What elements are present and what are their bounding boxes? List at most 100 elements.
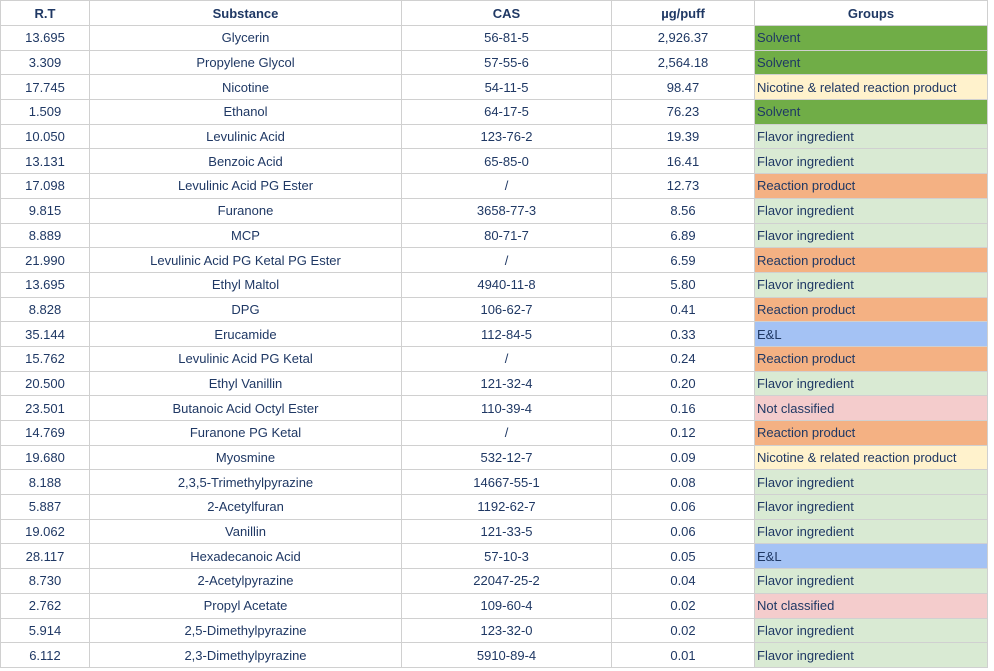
substance-cell[interactable]: 2,5-Dimethylpyrazine bbox=[89, 617, 402, 644]
ug-per-puff-cell[interactable]: 2,926.37 bbox=[611, 25, 755, 51]
group-cell[interactable]: Flavor ingredient bbox=[754, 617, 988, 644]
ug-per-puff-cell[interactable]: 5.80 bbox=[611, 271, 755, 298]
cas-cell[interactable]: 5910-89-4 bbox=[401, 642, 612, 668]
group-cell[interactable]: Flavor ingredient bbox=[754, 123, 988, 150]
cas-cell[interactable]: 121-32-4 bbox=[401, 370, 612, 397]
substance-cell[interactable]: Propylene Glycol bbox=[89, 49, 402, 76]
substance-cell[interactable]: Ethyl Vanillin bbox=[89, 370, 402, 397]
rt-cell[interactable]: 13.695 bbox=[0, 25, 90, 51]
group-cell[interactable]: Flavor ingredient bbox=[754, 642, 988, 668]
cas-cell[interactable]: 14667-55-1 bbox=[401, 469, 612, 496]
rt-cell[interactable]: 3.309 bbox=[0, 49, 90, 76]
substance-cell[interactable]: Levulinic Acid PG Ketal PG Ester bbox=[89, 247, 402, 273]
cas-cell[interactable]: / bbox=[401, 420, 612, 446]
rt-cell[interactable]: 15.762 bbox=[0, 345, 90, 372]
rt-cell[interactable]: 1.509 bbox=[0, 99, 90, 125]
group-cell[interactable]: Flavor ingredient bbox=[754, 148, 988, 175]
header-ug-per-puff[interactable]: µg/puff bbox=[611, 0, 755, 26]
ug-per-puff-cell[interactable]: 0.08 bbox=[611, 469, 755, 496]
ug-per-puff-cell[interactable]: 0.01 bbox=[611, 642, 755, 668]
group-cell[interactable]: Flavor ingredient bbox=[754, 222, 988, 249]
cas-cell[interactable]: / bbox=[401, 247, 612, 273]
substance-cell[interactable]: Vanillin bbox=[89, 518, 402, 545]
cas-cell[interactable]: 22047-25-2 bbox=[401, 568, 612, 594]
substance-cell[interactable]: 2-Acetylpyrazine bbox=[89, 568, 402, 594]
rt-cell[interactable]: 35.144 bbox=[0, 321, 90, 347]
group-cell[interactable]: Flavor ingredient bbox=[754, 568, 988, 594]
group-cell[interactable]: Reaction product bbox=[754, 247, 988, 273]
ug-per-puff-cell[interactable]: 0.02 bbox=[611, 617, 755, 644]
cas-cell[interactable]: / bbox=[401, 345, 612, 372]
cas-cell[interactable]: 57-55-6 bbox=[401, 49, 612, 76]
substance-cell[interactable]: Propyl Acetate bbox=[89, 592, 402, 619]
rt-cell[interactable]: 13.695 bbox=[0, 271, 90, 298]
rt-cell[interactable]: 10.050 bbox=[0, 123, 90, 150]
ug-per-puff-cell[interactable]: 0.04 bbox=[611, 568, 755, 594]
ug-per-puff-cell[interactable]: 16.41 bbox=[611, 148, 755, 175]
substance-cell[interactable]: Glycerin bbox=[89, 25, 402, 51]
group-cell[interactable]: Flavor ingredient bbox=[754, 370, 988, 397]
rt-cell[interactable]: 9.815 bbox=[0, 197, 90, 224]
ug-per-puff-cell[interactable]: 0.06 bbox=[611, 494, 755, 520]
cas-cell[interactable]: 106-62-7 bbox=[401, 296, 612, 323]
group-cell[interactable]: Not classified bbox=[754, 592, 988, 619]
substance-cell[interactable]: Ethyl Maltol bbox=[89, 271, 402, 298]
cas-cell[interactable]: 80-71-7 bbox=[401, 222, 612, 249]
cas-cell[interactable]: 1192-62-7 bbox=[401, 494, 612, 520]
substance-cell[interactable]: 2,3-Dimethylpyrazine bbox=[89, 642, 402, 668]
ug-per-puff-cell[interactable]: 0.41 bbox=[611, 296, 755, 323]
ug-per-puff-cell[interactable]: 19.39 bbox=[611, 123, 755, 150]
ug-per-puff-cell[interactable]: 0.12 bbox=[611, 420, 755, 446]
cas-cell[interactable]: 112-84-5 bbox=[401, 321, 612, 347]
rt-cell[interactable]: 2.762 bbox=[0, 592, 90, 619]
ug-per-puff-cell[interactable]: 98.47 bbox=[611, 74, 755, 101]
header-substance[interactable]: Substance bbox=[89, 0, 402, 26]
rt-cell[interactable]: 8.889 bbox=[0, 222, 90, 249]
group-cell[interactable]: Nicotine & related reaction product bbox=[754, 74, 988, 101]
substance-cell[interactable]: Levulinic Acid PG Ketal bbox=[89, 345, 402, 372]
group-cell[interactable]: Flavor ingredient bbox=[754, 197, 988, 224]
substance-cell[interactable]: Levulinic Acid PG Ester bbox=[89, 173, 402, 199]
ug-per-puff-cell[interactable]: 6.89 bbox=[611, 222, 755, 249]
group-cell[interactable]: Nicotine & related reaction product bbox=[754, 444, 988, 471]
substance-cell[interactable]: Myosmine bbox=[89, 444, 402, 471]
rt-cell[interactable]: 5.887 bbox=[0, 494, 90, 520]
rt-cell[interactable]: 6.112 bbox=[0, 642, 90, 668]
substance-cell[interactable]: Benzoic Acid bbox=[89, 148, 402, 175]
group-cell[interactable]: Reaction product bbox=[754, 173, 988, 199]
substance-cell[interactable]: Butanoic Acid Octyl Ester bbox=[89, 395, 402, 421]
rt-cell[interactable]: 17.745 bbox=[0, 74, 90, 101]
rt-cell[interactable]: 17.098 bbox=[0, 173, 90, 199]
rt-cell[interactable]: 21.990 bbox=[0, 247, 90, 273]
substance-cell[interactable]: Hexadecanoic Acid bbox=[89, 543, 402, 570]
substance-cell[interactable]: MCP bbox=[89, 222, 402, 249]
group-cell[interactable]: Reaction product bbox=[754, 345, 988, 372]
rt-cell[interactable]: 19.062 bbox=[0, 518, 90, 545]
group-cell[interactable]: Solvent bbox=[754, 25, 988, 51]
ug-per-puff-cell[interactable]: 0.02 bbox=[611, 592, 755, 619]
group-cell[interactable]: Flavor ingredient bbox=[754, 518, 988, 545]
group-cell[interactable]: Not classified bbox=[754, 395, 988, 421]
group-cell[interactable]: Solvent bbox=[754, 99, 988, 125]
cas-cell[interactable]: 57-10-3 bbox=[401, 543, 612, 570]
ug-per-puff-cell[interactable]: 12.73 bbox=[611, 173, 755, 199]
ug-per-puff-cell[interactable]: 2,564.18 bbox=[611, 49, 755, 76]
group-cell[interactable]: Reaction product bbox=[754, 296, 988, 323]
header-groups[interactable]: Groups bbox=[754, 0, 988, 26]
ug-per-puff-cell[interactable]: 8.56 bbox=[611, 197, 755, 224]
substance-cell[interactable]: Furanone PG Ketal bbox=[89, 420, 402, 446]
rt-cell[interactable]: 8.828 bbox=[0, 296, 90, 323]
header-cas[interactable]: CAS bbox=[401, 0, 612, 26]
cas-cell[interactable]: 3658-77-3 bbox=[401, 197, 612, 224]
cas-cell[interactable]: 123-76-2 bbox=[401, 123, 612, 150]
ug-per-puff-cell[interactable]: 6.59 bbox=[611, 247, 755, 273]
ug-per-puff-cell[interactable]: 0.20 bbox=[611, 370, 755, 397]
rt-cell[interactable]: 8.188 bbox=[0, 469, 90, 496]
substance-cell[interactable]: Furanone bbox=[89, 197, 402, 224]
substance-cell[interactable]: Nicotine bbox=[89, 74, 402, 101]
cas-cell[interactable]: 64-17-5 bbox=[401, 99, 612, 125]
ug-per-puff-cell[interactable]: 0.05 bbox=[611, 543, 755, 570]
group-cell[interactable]: Solvent bbox=[754, 49, 988, 76]
group-cell[interactable]: Flavor ingredient bbox=[754, 469, 988, 496]
substance-cell[interactable]: 2,3,5-Trimethylpyrazine bbox=[89, 469, 402, 496]
